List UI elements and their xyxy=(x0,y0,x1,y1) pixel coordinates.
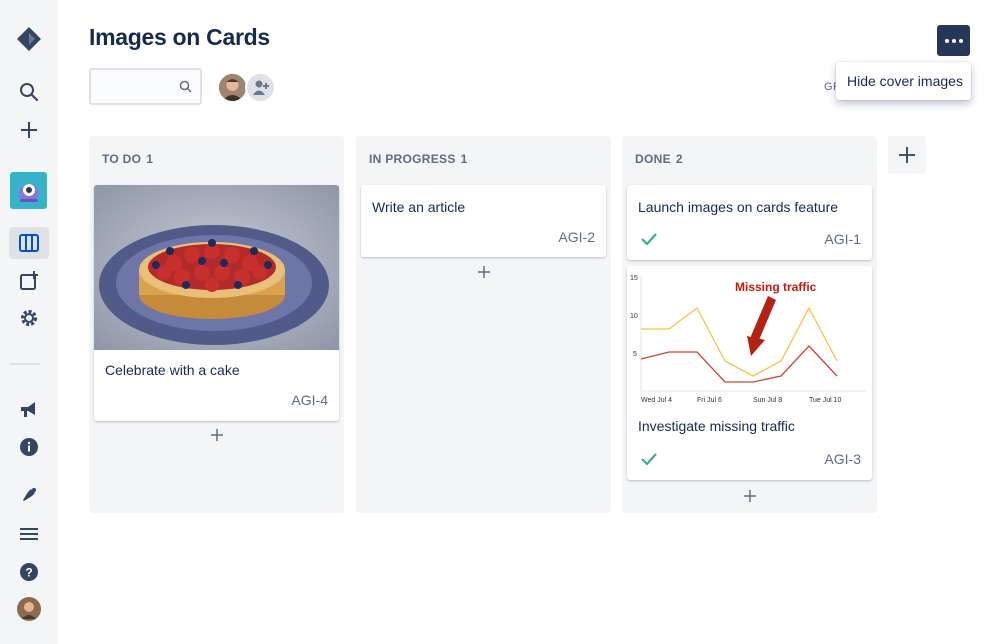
chart-annotation: Missing traffic xyxy=(735,280,817,294)
column-name: DONE xyxy=(635,152,671,166)
x-tick-label: Fri Jul 6 xyxy=(697,397,722,404)
card-key[interactable]: AGI-3 xyxy=(824,451,861,467)
add-card-button[interactable] xyxy=(356,266,611,278)
x-tick-label: Sun Jul 8 xyxy=(753,397,782,404)
column-count: 1 xyxy=(460,152,468,166)
more-actions-button[interactable] xyxy=(937,25,970,56)
menu-icon[interactable] xyxy=(9,518,49,550)
help-icon[interactable]: ? xyxy=(9,556,49,588)
card-title: Celebrate with a cake xyxy=(105,362,240,378)
more-actions-menu: Hide cover images xyxy=(836,62,971,100)
card-agi-4[interactable]: Celebrate with a cake AGI-4 xyxy=(94,185,339,421)
column-header: TO DO 1 xyxy=(102,152,153,166)
more-dot-icon xyxy=(951,38,956,43)
plus-icon xyxy=(899,147,915,163)
add-people-button[interactable] xyxy=(245,72,276,103)
card-agi-2[interactable]: Write an article AGI-2 xyxy=(361,185,606,257)
search-icon xyxy=(179,80,192,98)
plus-icon xyxy=(743,490,756,502)
project-avatar[interactable] xyxy=(10,172,47,209)
more-dot-icon xyxy=(958,38,963,43)
info-icon[interactable] xyxy=(9,431,49,463)
column-name: TO DO xyxy=(102,152,142,166)
column-to-do: TO DO 1 Celebrate with a cake AGI-4 xyxy=(89,136,344,513)
add-card-button[interactable] xyxy=(622,490,877,502)
add-column-button[interactable] xyxy=(888,136,926,174)
card-agi-3[interactable]: 15 10 5 Missing traffic Wed Jul 4 Fri Ju… xyxy=(627,266,872,480)
search-icon[interactable] xyxy=(9,76,49,108)
column-count: 2 xyxy=(675,152,683,166)
search-input[interactable] xyxy=(89,68,202,105)
y-tick-label: 5 xyxy=(633,351,637,358)
done-check-icon xyxy=(641,232,657,250)
card-title: Investigate missing traffic xyxy=(638,418,795,434)
column-count: 1 xyxy=(146,152,154,166)
feedback-icon[interactable] xyxy=(9,479,49,511)
column-header: IN PROGRESS 1 xyxy=(369,152,468,166)
profile-avatar[interactable] xyxy=(9,593,49,625)
add-card-button[interactable] xyxy=(89,429,344,441)
column-in-progress: IN PROGRESS 1 Write an article AGI-2 xyxy=(356,136,611,513)
plus-icon xyxy=(477,266,490,278)
x-tick-label: Tue Jul 10 xyxy=(809,397,842,404)
add-item-icon[interactable] xyxy=(9,265,49,297)
card-title: Launch images on cards feature xyxy=(638,199,839,215)
card-key[interactable]: AGI-4 xyxy=(291,392,328,408)
card-key[interactable]: AGI-1 xyxy=(824,231,861,247)
settings-icon[interactable] xyxy=(9,302,49,334)
global-sidebar: ? xyxy=(0,0,58,644)
page-title: Images on Cards xyxy=(89,24,270,50)
card-key[interactable]: AGI-2 xyxy=(558,229,595,245)
announcements-icon[interactable] xyxy=(9,393,49,425)
column-name: IN PROGRESS xyxy=(369,152,456,166)
svg-text:?: ? xyxy=(25,566,32,580)
y-tick-label: 10 xyxy=(630,313,638,320)
plus-icon xyxy=(210,429,223,441)
user-avatar[interactable] xyxy=(217,72,248,103)
nav-divider xyxy=(10,363,40,365)
card-title: Write an article xyxy=(372,199,466,215)
x-tick-label: Wed Jul 4 xyxy=(641,397,672,404)
card-cover-image xyxy=(94,185,339,350)
column-done: DONE 2 Launch images on cards feature AGI… xyxy=(622,136,877,513)
card-agi-1[interactable]: Launch images on cards feature AGI-1 xyxy=(627,185,872,260)
add-person-icon xyxy=(252,80,269,95)
board-icon[interactable] xyxy=(9,227,49,259)
y-tick-label: 15 xyxy=(630,275,638,282)
column-header: DONE 2 xyxy=(635,152,683,166)
jira-logo-icon[interactable] xyxy=(9,23,49,55)
more-dot-icon xyxy=(944,38,949,43)
create-icon[interactable] xyxy=(9,114,49,146)
card-cover-chart: 15 10 5 Missing traffic Wed Jul 4 Fri Ju… xyxy=(627,266,872,406)
hide-cover-images-item[interactable]: Hide cover images xyxy=(847,73,963,89)
done-check-icon xyxy=(641,452,657,470)
